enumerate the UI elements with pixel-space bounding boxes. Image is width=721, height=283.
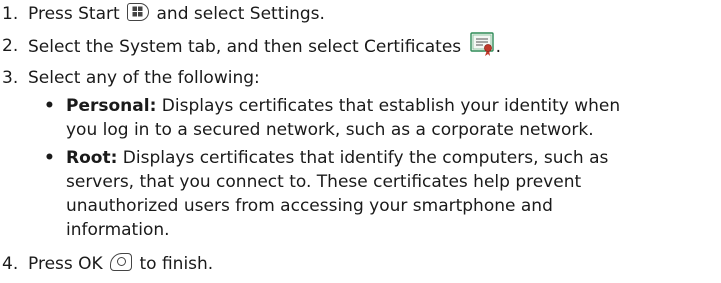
step-text-after: . — [495, 37, 501, 57]
bullet-term: Root: — [66, 148, 118, 168]
step-number: 4. — [2, 254, 19, 274]
start-key-icon — [127, 3, 150, 21]
bullet-line: unauthorized users from accessing your s… — [66, 196, 553, 216]
step-number: 1. — [2, 4, 19, 24]
bullet-line: servers, that you connect to. These cert… — [66, 172, 582, 192]
step-text: Press Start and select Settings. — [28, 2, 325, 26]
step-text-before: Select the System tab, and then select C… — [28, 37, 462, 57]
step-text: Select any of the following: — [28, 68, 260, 88]
step-text-before: Press Start — [28, 4, 120, 24]
bullet-line: information. — [66, 220, 170, 240]
step-text-after: and select Settings. — [156, 4, 325, 24]
bullet-line: Displays certificates that establish you… — [161, 96, 621, 116]
ok-key-dot — [117, 257, 127, 266]
ok-key-icon — [110, 253, 133, 271]
bullet-line: Displays certificates that identify the … — [122, 148, 609, 168]
step-number: 2. — [2, 36, 19, 56]
step-text-after: to finish. — [139, 254, 214, 274]
step-number: 3. — [2, 68, 19, 88]
instructions-document: 1. Press Start and select Settings. 2. S… — [0, 0, 721, 283]
bullet-glyph: • — [44, 96, 55, 116]
certificate-icon — [469, 31, 496, 57]
bullet-glyph: • — [44, 148, 55, 168]
bullet-text: Root: Displays certificates that identif… — [66, 146, 721, 242]
bullet-term: Personal: — [66, 96, 157, 116]
bullet-line: you log in to a secured network, such as… — [66, 120, 594, 140]
bullet-text: Personal: Displays certificates that est… — [66, 94, 721, 142]
step-text: Press OK to finish. — [28, 252, 213, 276]
step-text-before: Press OK — [28, 254, 103, 274]
step-text: Select the System tab, and then select C… — [28, 31, 501, 60]
